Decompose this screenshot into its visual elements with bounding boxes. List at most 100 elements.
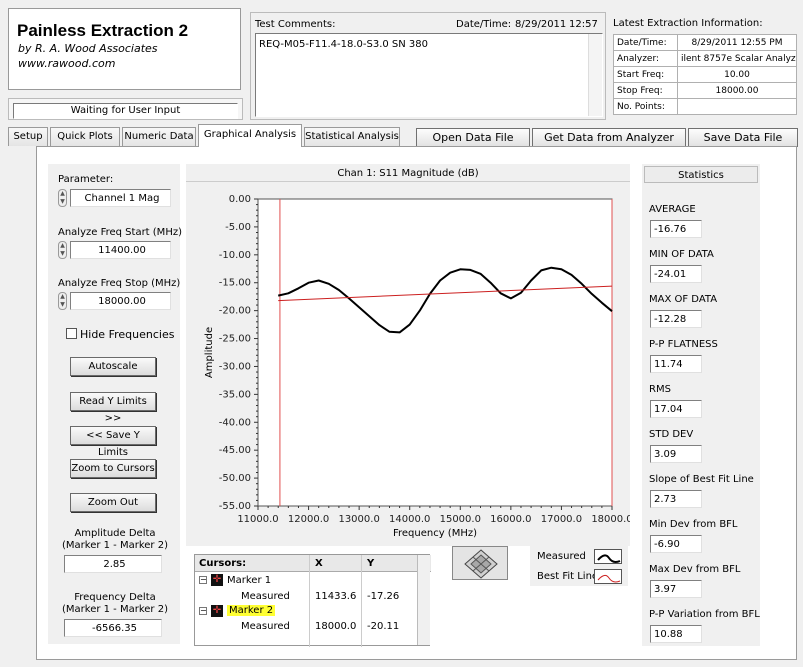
y-tick-label: -5.00 [225, 222, 251, 233]
cursor-col-divider-2 [361, 555, 362, 647]
datetime-date: 8/29/2011 [515, 19, 567, 30]
cursor-move-control[interactable] [452, 546, 508, 580]
x-tick-label: 17000.0 [541, 514, 582, 525]
marker2-x: 18000.0 [315, 621, 357, 632]
tab-setup[interactable]: Setup [8, 127, 48, 146]
latest-info-key: Start Freq: [613, 66, 678, 83]
stat-label: AVERAGE [649, 204, 696, 215]
stat-label: STD DEV [649, 429, 694, 440]
y-tick-label: -15.00 [219, 278, 251, 289]
comments-scroll[interactable] [588, 34, 602, 116]
x-axis-label: Frequency (MHz) [393, 528, 477, 539]
stat-label: P-P FLATNESS [649, 339, 718, 350]
stat-value: 10.88 [650, 625, 702, 643]
latest-info-key: Date/Time: [613, 34, 678, 51]
x-tick-label: 16000.0 [490, 514, 531, 525]
cursor-header-row: Cursors: X Y [195, 555, 431, 572]
marker1-icon: ✛ [211, 574, 223, 586]
tab-numeric-data[interactable]: Numeric Data [122, 127, 196, 146]
cursor-table: Cursors: X Y − ✛ Marker 1 Measured 11433… [194, 554, 431, 647]
plot-legend: Measured Best Fit Line [530, 546, 628, 586]
freq-delta-value: -6566.35 [64, 619, 162, 637]
stat-label: Max Dev from BFL [649, 564, 741, 575]
marker2-sub: Measured [241, 621, 290, 632]
save-data-file-button[interactable]: Save Data File [688, 128, 798, 147]
save-y-limits-button[interactable]: << Save Y Limits [70, 426, 156, 458]
parameter-label: Parameter: [58, 174, 114, 185]
amp-delta-label: Amplitude Delta (Marker 1 - Marker 2) [52, 528, 178, 552]
stat-value: -16.76 [650, 220, 702, 238]
y-tick-label: -10.00 [219, 250, 251, 261]
cursor-col-y: Y [367, 558, 375, 569]
chart-plot[interactable]: 0.00 -5.00 -10.00 -15.00 -20.00 -25.00 -30.00 -… [186, 185, 630, 545]
zoom-out-button[interactable]: Zoom Out [70, 493, 156, 512]
stat-value: -6.90 [650, 535, 702, 553]
latest-info-row: Date/Time: 8/29/2011 12:55 PM [613, 34, 797, 51]
freq-delta-label: Frequency Delta (Marker 1 - Marker 2) [52, 592, 178, 616]
x-tick-label: 18000.0 [591, 514, 630, 525]
legend-bestfit-swatch[interactable] [594, 569, 622, 584]
test-comments-panel: Test Comments: Date/Time: 8/29/2011 12:5… [250, 12, 606, 120]
legend-measured-label: Measured [537, 551, 586, 562]
stat-label: MIN OF DATA [649, 249, 714, 260]
plot-area [257, 198, 613, 507]
website: www.rawood.com [18, 57, 116, 70]
statistics-title: Statistics [644, 166, 758, 183]
zoom-to-cursors-button[interactable]: Zoom to Cursors [70, 459, 156, 478]
marker1-expand-icon[interactable]: − [199, 576, 207, 584]
test-comments-label: Test Comments: [255, 19, 336, 30]
y-tick-label: -55.00 [219, 501, 251, 512]
get-data-button[interactable]: Get Data from Analyzer [532, 128, 686, 147]
y-tick-label: -20.00 [219, 306, 251, 317]
app-title-box: Painless Extraction 2 by R. A. Wood Asso… [8, 8, 241, 90]
read-y-limits-button[interactable]: Read Y Limits >> [70, 392, 156, 424]
parameter-select[interactable]: Channel 1 Mag [70, 189, 171, 207]
tab-graphical-analysis[interactable]: Graphical Analysis [198, 124, 302, 147]
stat-label: RMS [649, 384, 671, 395]
marker2-expand-icon[interactable]: − [199, 607, 207, 615]
test-comments-field[interactable]: REQ-M05-F11.4-18.0-S3.0 SN 380 [255, 33, 603, 117]
marker1-name[interactable]: Marker 1 [227, 575, 271, 586]
legend-bestfit-label: Best Fit Line [537, 571, 599, 582]
stat-value: 17.04 [650, 400, 702, 418]
y-tick-label: -25.00 [219, 334, 251, 345]
latest-info-key: Stop Freq: [613, 82, 678, 99]
legend-measured-swatch[interactable] [594, 549, 622, 564]
freq-stop-spinner[interactable]: ▲ ▼ [58, 292, 67, 310]
latest-info-label: Latest Extraction Information: [613, 18, 763, 29]
marker2-name[interactable]: Marker 2 [227, 605, 276, 616]
stat-label: P-P Variation from BFL [649, 609, 760, 620]
diamond-nav-icon [464, 549, 498, 579]
freq-stop-label: Analyze Freq Stop (MHz) [58, 278, 181, 289]
parameter-spinner[interactable]: ▲ ▼ [58, 189, 67, 207]
freq-start-input[interactable]: 11400.00 [70, 241, 171, 259]
stat-value: -12.28 [650, 310, 702, 328]
y-tick-label: -50.00 [219, 473, 251, 484]
freq-stop-input[interactable]: 18000.00 [70, 292, 171, 310]
stat-label: MAX OF DATA [649, 294, 718, 305]
latest-info-value: ilent 8757e Scalar Analyz [677, 50, 797, 67]
latest-info-row: Start Freq: 10.00 [613, 66, 797, 83]
cursor-table-scrollbar[interactable] [417, 555, 430, 645]
autoscale-button[interactable]: Autoscale [70, 357, 156, 376]
open-data-file-button[interactable]: Open Data File [416, 128, 530, 147]
statistics-list: AVERAGE -16.76 MIN OF DATA -24.01 MAX OF DAT… [642, 196, 760, 646]
latest-info-value: 8/29/2011 12:55 PM [677, 34, 797, 51]
latest-info-value: 10.00 [677, 66, 797, 83]
cursor-col-divider-1 [309, 555, 310, 647]
tab-statistical-analysis[interactable]: Statistical Analysis [304, 127, 400, 146]
y-tick-label: -35.00 [219, 389, 251, 400]
freq-start-spinner[interactable]: ▲ ▼ [58, 241, 67, 259]
y-tick-label: -30.00 [219, 361, 251, 372]
tab-quick-plots[interactable]: Quick Plots [50, 127, 120, 146]
x-tick-label: 12000.0 [288, 514, 329, 525]
y-tick-label: -45.00 [219, 445, 251, 456]
stat-value: 3.09 [650, 445, 702, 463]
stat-value: 3.97 [650, 580, 702, 598]
stat-value: 2.73 [650, 490, 702, 508]
test-comments-value: REQ-M05-F11.4-18.0-S3.0 SN 380 [259, 39, 429, 50]
hide-frequencies-checkbox[interactable] [66, 328, 77, 339]
freq-start-label: Analyze Freq Start (MHz) [58, 227, 182, 238]
company-name: by R. A. Wood Associates [18, 42, 158, 55]
freq-delta-label-line2: (Marker 1 - Marker 2) [62, 604, 168, 615]
